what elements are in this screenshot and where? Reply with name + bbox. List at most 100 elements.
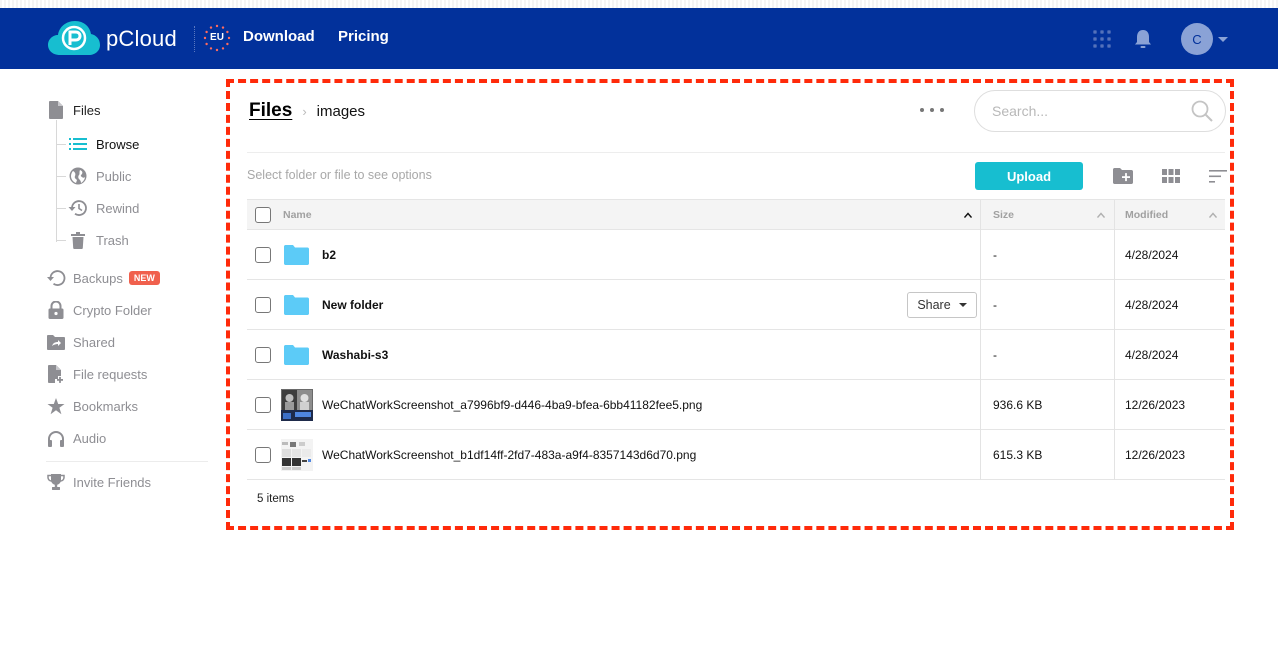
- file-modified: 4/28/2024: [1125, 298, 1179, 312]
- row-checkbox[interactable]: [255, 297, 271, 313]
- column-divider: [980, 380, 981, 430]
- folder-icon: [284, 245, 309, 265]
- file-size: -: [993, 348, 997, 362]
- item-count: 5 items: [257, 493, 295, 505]
- sidebar-divider: [46, 461, 208, 462]
- row-checkbox[interactable]: [255, 247, 271, 263]
- sort-up-icon[interactable]: [964, 211, 972, 219]
- sort-up-icon[interactable]: [1097, 211, 1105, 219]
- file-size: 936.6 KB: [993, 398, 1043, 412]
- eu-label: EU: [210, 32, 224, 43]
- column-divider: [1114, 430, 1115, 480]
- row-checkbox[interactable]: [255, 447, 271, 463]
- sidebar-item-audio[interactable]: Audio: [46, 427, 106, 449]
- selection-hint: Select folder or file to see options: [247, 168, 432, 182]
- search-icon[interactable]: [1191, 100, 1213, 122]
- sidebar-item-shared[interactable]: Shared: [46, 331, 115, 353]
- trophy-icon: [46, 472, 66, 492]
- breadcrumb-current: images: [316, 102, 366, 120]
- headphones-icon: [46, 428, 66, 448]
- file-table: Name Size Modified b2 - 4/28/2024 New fo…: [247, 199, 1225, 480]
- row-checkbox[interactable]: [255, 397, 271, 413]
- sort-icon[interactable]: [1207, 166, 1229, 186]
- column-header-modified[interactable]: Modified: [1125, 200, 1168, 230]
- breadcrumb-root[interactable]: Files: [249, 100, 292, 122]
- file-name[interactable]: b2: [322, 230, 336, 280]
- user-avatar[interactable]: C: [1181, 23, 1213, 55]
- globe-icon: [68, 166, 88, 186]
- sidebar-item-backups[interactable]: Backups NEW: [46, 267, 160, 289]
- file-name[interactable]: WeChatWorkScreenshot_b1df14ff-2fd7-483a-…: [322, 430, 696, 480]
- sidebar-item-crypto-folder[interactable]: Crypto Folder: [46, 299, 152, 321]
- sidebar-item-file-requests[interactable]: File requests: [46, 363, 147, 385]
- sidebar-item-label: Trash: [96, 232, 129, 248]
- column-divider: [980, 200, 981, 230]
- row-checkbox[interactable]: [255, 347, 271, 363]
- image-thumbnail: [281, 389, 313, 421]
- top-strip: [0, 0, 1278, 8]
- trash-icon: [68, 230, 88, 250]
- sidebar-item-label: Public: [96, 168, 132, 184]
- sidebar-item-label: Shared: [73, 334, 115, 350]
- table-row[interactable]: Washabi-s3 - 4/28/2024: [247, 330, 1225, 380]
- table-row[interactable]: WeChatWorkScreenshot_a7996bf9-d446-4ba9-…: [247, 380, 1225, 430]
- account-caret-icon[interactable]: [1218, 37, 1228, 42]
- image-thumbnail: [281, 439, 313, 471]
- pcloud-logo[interactable]: pCloud: [48, 21, 184, 57]
- file-icon: [46, 100, 66, 120]
- sidebar-item-public[interactable]: Public: [68, 165, 131, 187]
- sidebar-item-bookmarks[interactable]: Bookmarks: [46, 395, 138, 417]
- sidebar-item-label: File requests: [73, 366, 148, 382]
- file-name[interactable]: Washabi-s3: [322, 330, 388, 380]
- sidebar-item-label: Bookmarks: [73, 398, 139, 414]
- dot: [920, 108, 924, 112]
- file-size: 615.3 KB: [993, 448, 1043, 462]
- toolbar-divider: [247, 152, 1225, 153]
- table-row[interactable]: WeChatWorkScreenshot_b1df14ff-2fd7-483a-…: [247, 430, 1225, 480]
- tree-tick: [56, 208, 66, 209]
- file-name[interactable]: WeChatWorkScreenshot_a7996bf9-d446-4ba9-…: [322, 380, 702, 430]
- nav-pricing[interactable]: Pricing: [338, 28, 389, 45]
- backup-icon: [46, 268, 66, 288]
- file-modified: 12/26/2023: [1125, 448, 1186, 462]
- eu-region-badge[interactable]: EU: [203, 24, 231, 52]
- share-label: Share: [917, 298, 951, 312]
- chevron-right-icon: ›: [302, 103, 307, 119]
- file-modified: 4/28/2024: [1125, 248, 1179, 262]
- sidebar-item-label: Files: [73, 102, 101, 118]
- sidebar-item-files[interactable]: Files: [46, 99, 100, 121]
- file-request-icon: [46, 364, 66, 384]
- table-row[interactable]: b2 - 4/28/2024: [247, 230, 1225, 280]
- table-header: Name Size Modified: [247, 199, 1225, 230]
- star-icon: [46, 396, 66, 416]
- sidebar-item-rewind[interactable]: Rewind: [68, 197, 139, 219]
- sidebar-item-trash[interactable]: Trash: [68, 229, 129, 251]
- select-all-checkbox[interactable]: [255, 207, 271, 223]
- sidebar-item-browse[interactable]: Browse: [68, 133, 139, 155]
- nav-download[interactable]: Download: [243, 28, 315, 45]
- sidebar-item-invite-friends[interactable]: Invite Friends: [46, 471, 151, 493]
- share-dropdown-button[interactable]: Share: [907, 292, 977, 318]
- list-icon: [68, 134, 88, 154]
- table-row[interactable]: New folder Share - 4/28/2024: [247, 280, 1225, 330]
- search-input[interactable]: [992, 103, 1191, 119]
- notifications-bell-icon[interactable]: [1133, 28, 1153, 50]
- apps-grid-icon[interactable]: [1093, 30, 1111, 48]
- folder-icon: [284, 345, 309, 365]
- more-options-button[interactable]: [920, 100, 944, 120]
- tree-tick: [56, 240, 66, 241]
- sort-up-icon[interactable]: [1209, 211, 1217, 219]
- column-divider: [980, 330, 981, 380]
- column-header-name[interactable]: Name: [283, 200, 312, 230]
- history-icon: [68, 198, 88, 218]
- tree-tick: [56, 176, 66, 177]
- sidebar-item-label: Audio: [73, 430, 107, 446]
- column-divider: [980, 230, 981, 280]
- caret-down-icon: [958, 303, 967, 307]
- column-header-size[interactable]: Size: [993, 200, 1014, 230]
- upload-button[interactable]: Upload: [975, 162, 1083, 190]
- file-name[interactable]: New folder: [322, 280, 383, 330]
- new-folder-icon[interactable]: [1112, 166, 1134, 186]
- top-navbar: pCloud EU Download Pricing C: [0, 8, 1278, 69]
- grid-view-icon[interactable]: [1160, 166, 1182, 186]
